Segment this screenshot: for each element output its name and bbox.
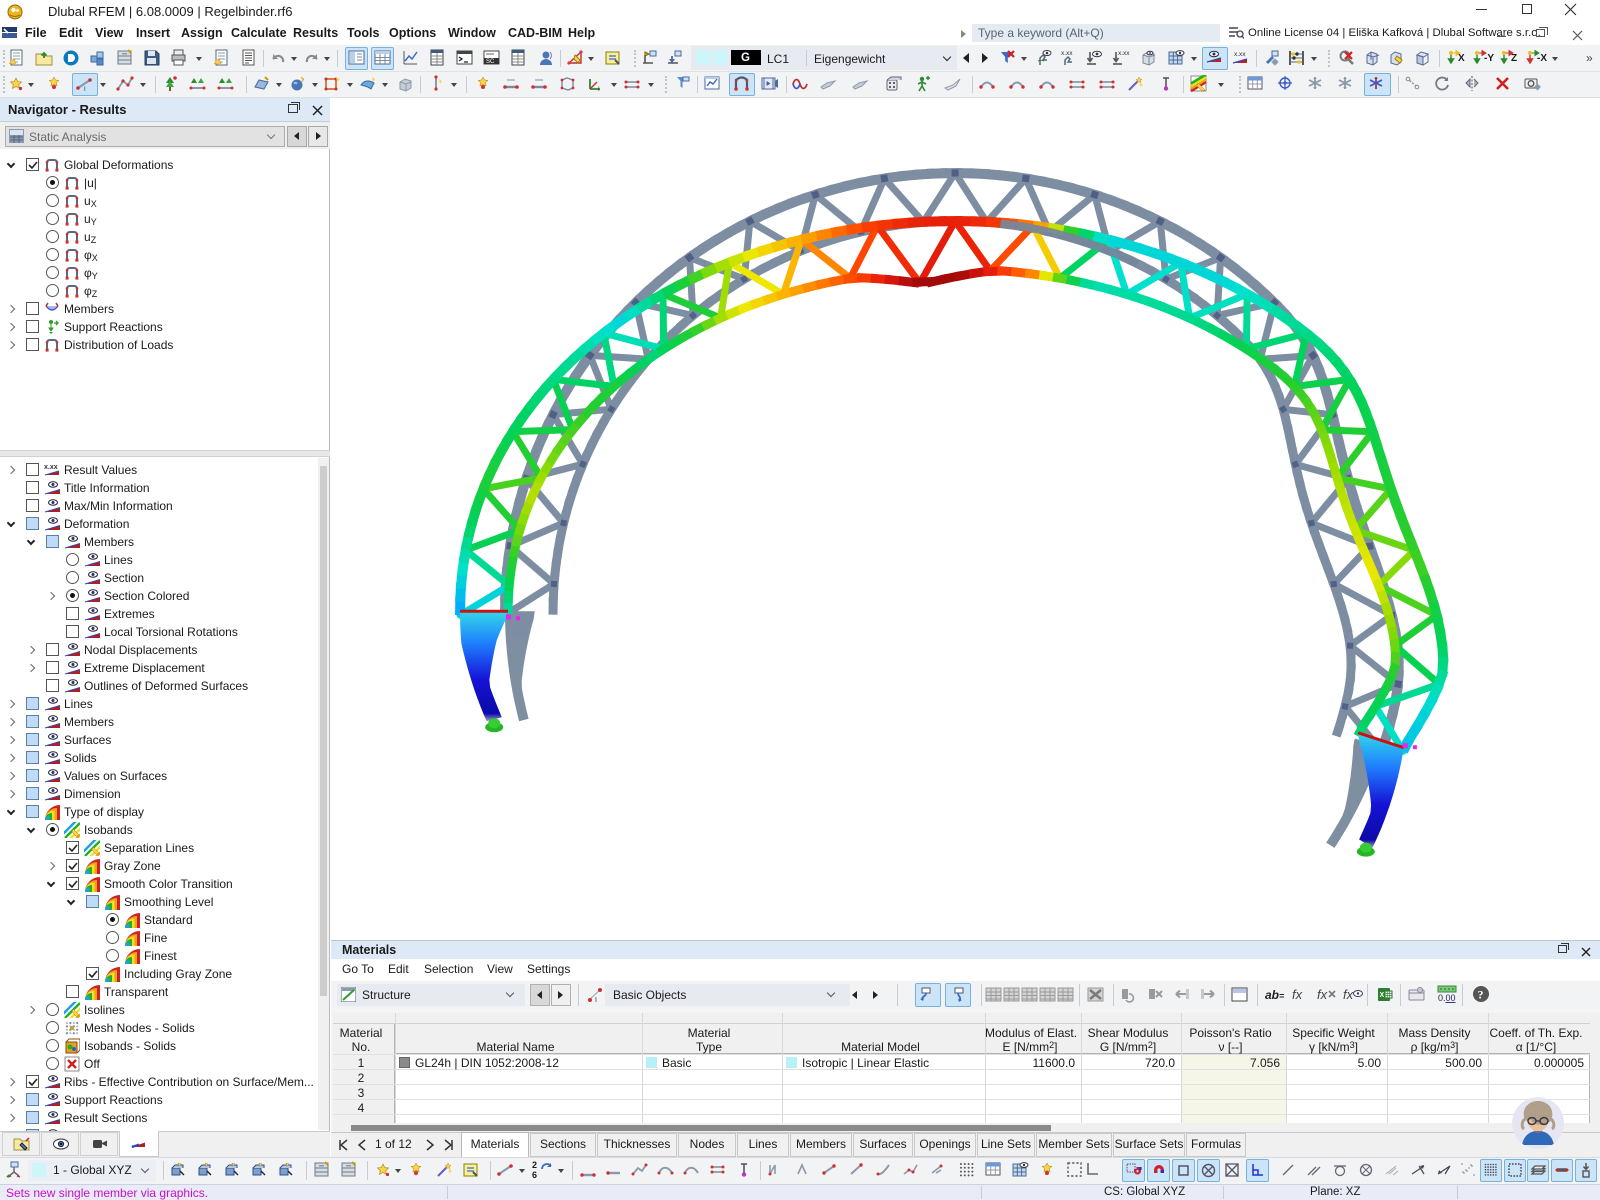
svg-text:I: I [84, 87, 86, 93]
svg-text:?: ? [1478, 988, 1484, 1002]
svg-text:0.00: 0.00 [1438, 993, 1456, 1003]
svg-text:I: I [595, 997, 597, 1004]
svg-text:x.xx: x.xx [1118, 50, 1130, 57]
svg-text:I: I [598, 87, 600, 93]
svg-text:x.xx: x.xx [1234, 51, 1246, 58]
svg-text:X: X [1380, 992, 1385, 999]
svg-text:SC: SC [486, 59, 495, 65]
svg-text:x.xx: x.xx [44, 464, 58, 471]
svg-text:x.xx: x.xx [1061, 50, 1073, 57]
